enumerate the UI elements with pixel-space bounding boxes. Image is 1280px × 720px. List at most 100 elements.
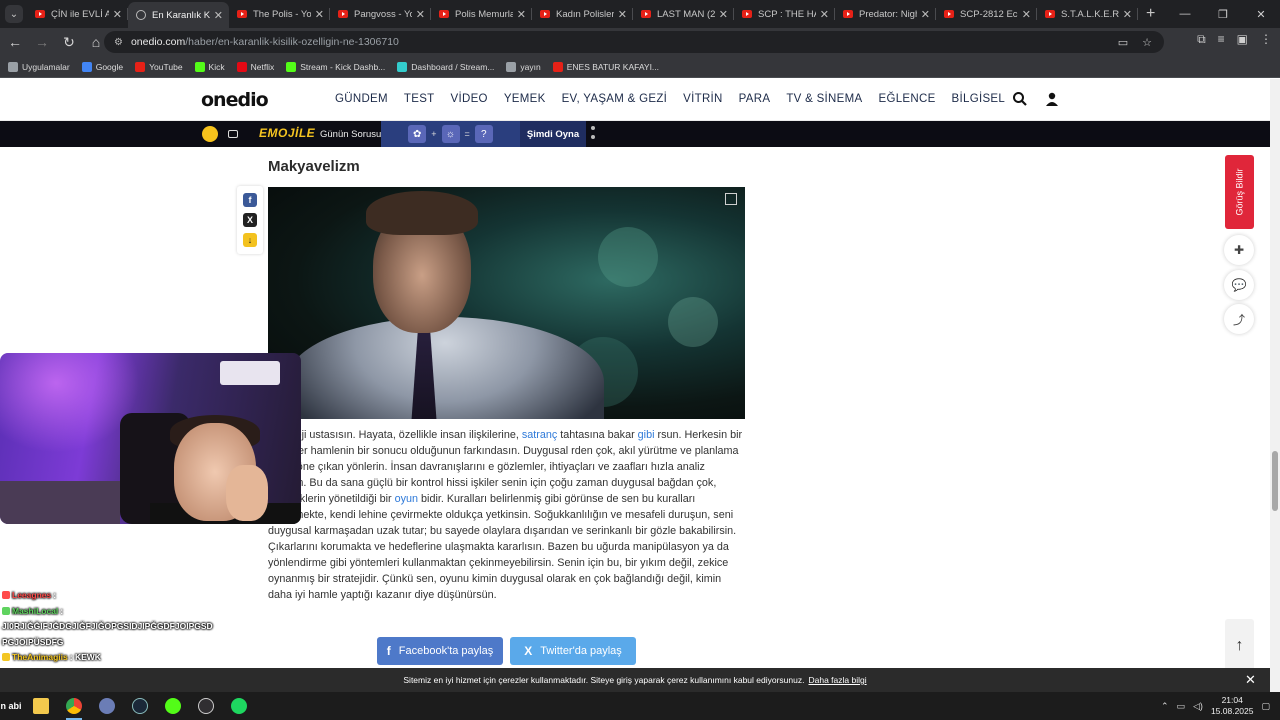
bookmark-star-icon[interactable]: ☆ <box>1142 36 1152 49</box>
tray-chevron-icon[interactable]: ⌃ <box>1161 701 1169 712</box>
bookmark-item[interactable]: ENES BATUR KAFAYI... <box>552 61 659 72</box>
forward-icon[interactable]: → <box>30 30 54 54</box>
tab-close-icon[interactable]: ✕ <box>719 8 728 21</box>
browser-tab[interactable]: SCP-2812 Echo ✕ <box>936 0 1037 28</box>
bookmark-item[interactable]: Dashboard / Stream... <box>397 61 494 72</box>
browser-tab[interactable]: The Polis - You ✕ <box>229 0 330 28</box>
menu-item[interactable]: EĞLENCE <box>878 93 935 105</box>
emoji-icon[interactable] <box>202 126 218 142</box>
tab-close-icon[interactable]: ✕ <box>517 8 526 21</box>
feedback-button[interactable]: Görüş Bildir <box>1225 155 1254 229</box>
article-inline-link[interactable]: oyun <box>395 493 418 505</box>
scroll-to-top-icon[interactable]: ↑ <box>1225 619 1254 668</box>
volume-icon[interactable]: ◁) <box>1193 701 1203 712</box>
browser-tab[interactable]: Polis Memurlar ✕ <box>431 0 532 28</box>
emojile-brand[interactable]: EMOJİLE <box>259 126 315 140</box>
browser-tab[interactable]: LAST MAN (20 ✕ <box>633 0 734 28</box>
bookmark-item[interactable]: Uygulamalar <box>8 61 70 72</box>
minimize-icon[interactable]: — <box>1166 0 1204 28</box>
bookmark-item[interactable]: Netflix <box>236 61 274 72</box>
menu-item[interactable]: EV, YAŞAM & GEZİ <box>562 93 668 105</box>
file-explorer-icon[interactable] <box>27 692 55 720</box>
kick-icon[interactable] <box>159 692 187 720</box>
clock[interactable]: 21:04 15.08.2025 <box>1211 695 1254 717</box>
bookmark-label: yayın <box>520 61 541 72</box>
reload-icon[interactable]: ↻ <box>57 30 81 54</box>
notifications-icon[interactable]: ▢ <box>1261 701 1270 712</box>
page-scrollbar[interactable] <box>1270 79 1280 692</box>
chat-message: JI0RJIĞĞIFJĞDGJIĞFJIĞOPGSIDJIPĞGDFJOIPGS… <box>2 619 252 650</box>
user-icon[interactable] <box>1044 91 1060 107</box>
comments-icon[interactable]: 💬 <box>1224 270 1254 300</box>
site-info-icon[interactable]: ⚙ <box>114 37 123 48</box>
onedio-logo[interactable]: onedio <box>201 89 269 111</box>
x-twitter-icon[interactable]: X <box>243 213 257 227</box>
restore-icon[interactable]: ❐ <box>1204 0 1242 28</box>
spotify-icon[interactable] <box>225 692 253 720</box>
article-text: r strateji ustasısın. Hayata, özellikle … <box>268 429 522 441</box>
close-icon[interactable]: ✕ <box>1245 672 1256 688</box>
play-now-button[interactable]: Şimdi Oyna <box>520 121 586 147</box>
fullscreen-icon[interactable] <box>725 193 737 205</box>
obs-icon[interactable] <box>192 692 220 720</box>
menu-item[interactable]: YEMEK <box>504 93 546 105</box>
twitter-share-button[interactable]: X Twitter'da paylaş <box>510 637 636 665</box>
emoji-puzzle[interactable]: ✿ + ☼ = ? <box>381 121 520 147</box>
address-bar[interactable]: ⚙ onedio.com /haber/en-karanlik-kisilik-… <box>104 31 1164 53</box>
tab-close-icon[interactable]: ✕ <box>113 8 122 21</box>
start-label[interactable]: n abi <box>0 692 22 720</box>
browser-tab[interactable]: Kadın Polislerin ✕ <box>532 0 633 28</box>
article-inline-link[interactable]: satranç <box>522 429 557 441</box>
chrome-icon[interactable] <box>60 692 88 720</box>
card-icon[interactable] <box>228 130 238 138</box>
profile-icon[interactable]: ▣ <box>1237 32 1248 47</box>
download-icon[interactable]: ↓ <box>243 233 257 247</box>
bookmark-item[interactable]: Kick <box>194 61 225 72</box>
browser-tab[interactable]: En Karanlık Kişi ✕ <box>128 2 229 28</box>
search-icon[interactable] <box>1012 91 1028 107</box>
tab-close-icon[interactable]: ✕ <box>820 8 829 21</box>
menu-item[interactable]: PARA <box>739 93 771 105</box>
menu-item[interactable]: GÜNDEM <box>335 93 388 105</box>
bookmark-item[interactable]: Stream - Kick Dashb... <box>286 61 385 72</box>
menu-icon[interactable]: ⋮ <box>1260 32 1272 47</box>
tab-close-icon[interactable]: ✕ <box>618 8 627 21</box>
steam-icon[interactable] <box>126 692 154 720</box>
promo-more-icon[interactable] <box>591 126 595 144</box>
bookmark-item[interactable]: yayın <box>506 61 541 72</box>
bookmark-item[interactable]: YouTube <box>135 61 183 72</box>
browser-tab[interactable]: SCP : THE HAL ✕ <box>734 0 835 28</box>
tab-close-icon[interactable]: ✕ <box>921 8 930 21</box>
bookmark-add-icon[interactable]: ✚ <box>1224 235 1254 265</box>
media-icon[interactable]: ≡ <box>1218 32 1225 47</box>
back-icon[interactable]: ← <box>3 30 27 54</box>
facebook-share-button[interactable]: f Facebook'ta paylaş <box>377 637 503 665</box>
new-tab-button[interactable]: + <box>1146 5 1155 23</box>
close-window-icon[interactable]: ✕ <box>1242 0 1280 28</box>
tab-close-icon[interactable]: ✕ <box>315 8 324 21</box>
tab-close-icon[interactable]: ✕ <box>1022 8 1031 21</box>
menu-item[interactable]: VİTRİN <box>683 93 723 105</box>
tab-close-icon[interactable]: ✕ <box>416 8 425 21</box>
browser-tab[interactable]: ÇİN ile EVLİ AD ✕ <box>27 0 128 28</box>
article-inline-link[interactable]: gibi <box>638 429 655 441</box>
facebook-icon[interactable]: f <box>243 193 257 207</box>
browser-tab[interactable]: S.T.A.L.K.E.R.: S ✕ <box>1037 0 1138 28</box>
bookmark-item[interactable]: Google <box>81 61 123 72</box>
cast-icon[interactable]: ▭ <box>1118 36 1128 49</box>
share-icon[interactable]: ⤴ <box>1224 304 1254 334</box>
network-icon[interactable]: ▭ <box>1177 701 1186 712</box>
menu-item[interactable]: VİDEO <box>451 93 488 105</box>
tab-close-icon[interactable]: ✕ <box>214 9 223 22</box>
scrollbar-thumb[interactable] <box>1272 451 1278 511</box>
browser-tab[interactable]: Pangvoss - You ✕ <box>330 0 431 28</box>
extensions-icon[interactable]: ⧉ <box>1197 32 1206 47</box>
tab-search-icon[interactable]: ⌄ <box>5 5 23 23</box>
menu-item[interactable]: BİLGİSEL <box>952 93 1006 105</box>
app-icon[interactable] <box>93 692 121 720</box>
browser-tab[interactable]: Predator: Nigh ✕ <box>835 0 936 28</box>
tab-close-icon[interactable]: ✕ <box>1123 8 1132 21</box>
menu-item[interactable]: TV & SİNEMA <box>786 93 862 105</box>
cookie-more-info-link[interactable]: Daha fazla bilgi <box>808 675 866 685</box>
menu-item[interactable]: TEST <box>404 93 435 105</box>
